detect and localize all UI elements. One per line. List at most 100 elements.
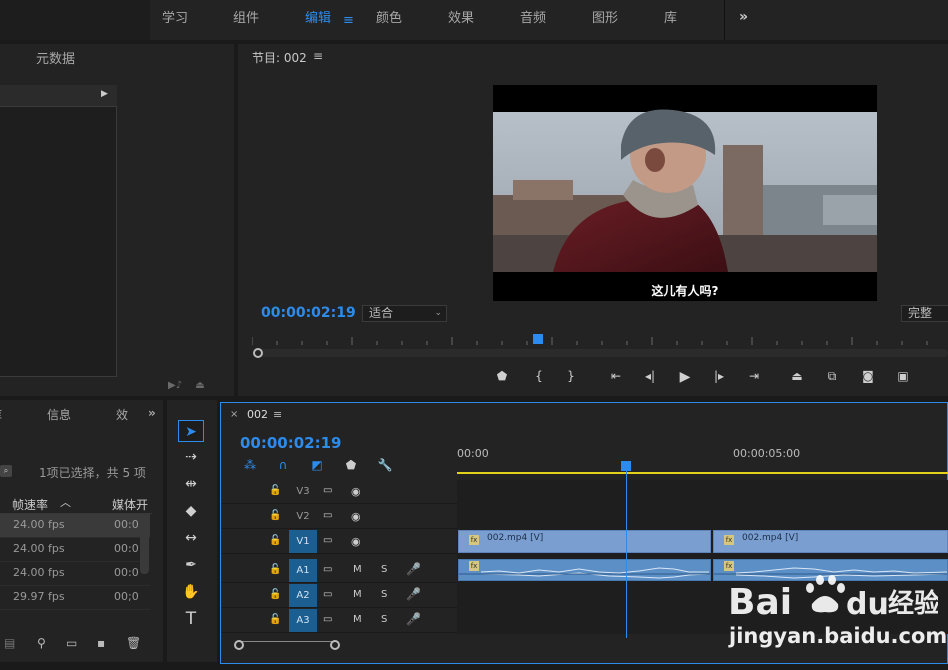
go-to-out-icon[interactable]: ⇥ <box>744 369 764 383</box>
workspace-tab-audio[interactable]: 音频 <box>520 0 546 40</box>
ripple-edit-tool-icon[interactable]: ⇹ <box>178 473 204 495</box>
program-monitor-title[interactable]: 节目: 002 <box>252 49 307 66</box>
extract-icon[interactable]: ⧉ <box>822 369 842 384</box>
timeline-playhead[interactable] <box>621 461 631 471</box>
sync-lock-icon[interactable]: ▭ <box>323 535 332 546</box>
expand-arrow-icon[interactable]: ▶ <box>101 89 108 99</box>
panel-menu-icon[interactable]: ≡ <box>273 408 282 421</box>
comparison-view-icon[interactable]: ▣ <box>893 369 913 383</box>
new-item-icon[interactable]: ▪ <box>97 636 105 650</box>
sync-lock-icon[interactable]: ▭ <box>323 589 332 600</box>
project-row[interactable]: 24.00 fps 00:0 <box>0 514 150 538</box>
microphone-icon[interactable]: 🎤 <box>406 612 421 626</box>
nest-icon[interactable]: ⁂ <box>242 458 258 472</box>
track-name[interactable]: V2 <box>289 505 317 528</box>
list-view-icon[interactable]: ▤ <box>4 636 15 650</box>
lock-icon[interactable]: 🔓 <box>269 564 281 575</box>
sync-lock-icon[interactable]: ▭ <box>323 485 332 496</box>
step-forward-icon[interactable]: |▸ <box>709 369 729 383</box>
tab-info[interactable]: 信息 <box>47 406 71 423</box>
timeline-timecode[interactable]: 00:00:02:19 <box>240 434 342 452</box>
workspace-tab-editing[interactable]: 编辑 <box>305 0 331 40</box>
track-name[interactable]: A2 <box>289 584 317 607</box>
trash-icon[interactable]: 🗑 <box>126 636 141 650</box>
track-name[interactable]: A3 <box>289 609 317 632</box>
audio-clip[interactable]: fx <box>458 559 711 581</box>
add-marker-icon[interactable]: ⬟ <box>343 458 359 472</box>
eye-icon[interactable]: ◉ <box>351 485 361 498</box>
razor-tool-icon[interactable]: ◆ <box>178 500 204 522</box>
timeline-ruler[interactable] <box>457 443 948 475</box>
mute-button[interactable]: M <box>353 614 362 625</box>
zoom-fit-select[interactable]: 适合 ⌄ <box>362 305 447 322</box>
sequence-tab[interactable]: 002 <box>247 408 268 421</box>
lock-icon[interactable]: 🔓 <box>269 510 281 521</box>
video-clip[interactable]: fx 002.mp4 [V] <box>713 530 948 553</box>
tab-metadata[interactable]: 元数据 <box>36 48 75 67</box>
program-zoom-scrollbar[interactable] <box>258 349 948 357</box>
solo-button[interactable]: S <box>381 589 387 600</box>
mute-button[interactable]: M <box>353 589 362 600</box>
program-timecode[interactable]: 00:00:02:19 <box>261 305 356 321</box>
playback-quality-select[interactable]: 完整 <box>901 305 948 322</box>
linked-selection-icon[interactable]: ◩ <box>309 458 325 472</box>
go-to-in-icon[interactable]: ⇤ <box>606 369 626 383</box>
microphone-icon[interactable]: 🎤 <box>406 562 421 576</box>
track-name[interactable]: A1 <box>289 559 317 582</box>
sync-lock-icon[interactable]: ▭ <box>323 614 332 625</box>
wrench-icon[interactable]: 🔧 <box>377 458 393 472</box>
new-bin-icon[interactable]: ▭ <box>66 636 77 650</box>
track-name[interactable]: V1 <box>289 530 317 553</box>
lock-icon[interactable]: 🔓 <box>269 485 281 496</box>
lock-icon[interactable]: 🔓 <box>269 589 281 600</box>
project-row[interactable]: 24.00 fps 00:0 <box>0 562 150 586</box>
project-row[interactable]: 29.97 fps 00;0 <box>0 586 150 610</box>
more-panels-icon[interactable]: » <box>148 406 156 420</box>
add-marker-icon[interactable]: ⬟ <box>492 369 512 383</box>
work-area-bar[interactable] <box>457 472 948 474</box>
sync-lock-icon[interactable]: ▭ <box>323 510 332 521</box>
snap-icon[interactable]: ∩ <box>275 458 291 472</box>
program-playhead[interactable] <box>533 334 543 344</box>
more-workspaces-icon[interactable]: » <box>739 9 748 25</box>
selection-tool-icon[interactable]: ➤ <box>178 420 204 442</box>
solo-button[interactable]: S <box>381 614 387 625</box>
lock-icon[interactable]: 🔓 <box>269 535 281 546</box>
workspace-tab-color[interactable]: 颜色 <box>376 0 402 40</box>
slip-tool-icon[interactable]: ↔ <box>178 527 204 549</box>
column-frame-rate[interactable]: 帧速率 <box>12 496 48 513</box>
play-icon[interactable]: ▶ <box>675 369 695 385</box>
column-media-start[interactable]: 媒体开 <box>112 496 148 513</box>
workspace-tab-learn[interactable]: 学习 <box>162 0 188 40</box>
eye-icon[interactable]: ◉ <box>351 510 361 523</box>
tab-libraries[interactable]: 库 <box>0 406 2 423</box>
hand-tool-icon[interactable]: ✋ <box>178 581 204 603</box>
workspace-tab-libraries[interactable]: 库 <box>664 0 677 40</box>
sort-up-icon[interactable]: ︿ <box>60 494 71 510</box>
workspace-menu-icon[interactable]: ≡ <box>343 13 354 28</box>
find-icon[interactable]: ⚲ <box>37 636 46 650</box>
video-clip[interactable]: fx 002.mp4 [V] <box>458 530 711 553</box>
type-tool-icon[interactable]: T <box>178 608 204 630</box>
tab-effects[interactable]: 效 <box>116 406 128 423</box>
program-ruler[interactable] <box>252 333 948 347</box>
workspace-tab-assembly[interactable]: 组件 <box>233 0 259 40</box>
zoom-handle-left[interactable] <box>253 348 263 358</box>
mark-out-icon[interactable]: } <box>561 369 581 383</box>
close-icon[interactable]: × <box>230 409 238 420</box>
workspace-tab-graphics[interactable]: 图形 <box>592 0 618 40</box>
panel-menu-icon[interactable]: ≡ <box>313 49 323 63</box>
export-icon[interactable]: ⏏ <box>195 380 204 391</box>
export-frame-icon[interactable]: ◙ <box>858 369 878 383</box>
mark-in-icon[interactable]: { <box>529 369 549 383</box>
sync-lock-icon[interactable]: ▭ <box>323 564 332 575</box>
track-select-tool-icon[interactable]: ⇢ <box>178 446 204 468</box>
track-name[interactable]: V3 <box>289 480 317 503</box>
zoom-handle-right[interactable] <box>330 640 340 650</box>
timeline-zoom-scrollbar[interactable] <box>236 641 336 649</box>
step-back-icon[interactable]: ◂| <box>640 369 660 383</box>
workspace-tab-effects[interactable]: 效果 <box>448 0 474 40</box>
lock-icon[interactable]: 🔓 <box>269 614 281 625</box>
solo-button[interactable]: S <box>381 564 387 575</box>
zoom-handle-left[interactable] <box>234 640 244 650</box>
